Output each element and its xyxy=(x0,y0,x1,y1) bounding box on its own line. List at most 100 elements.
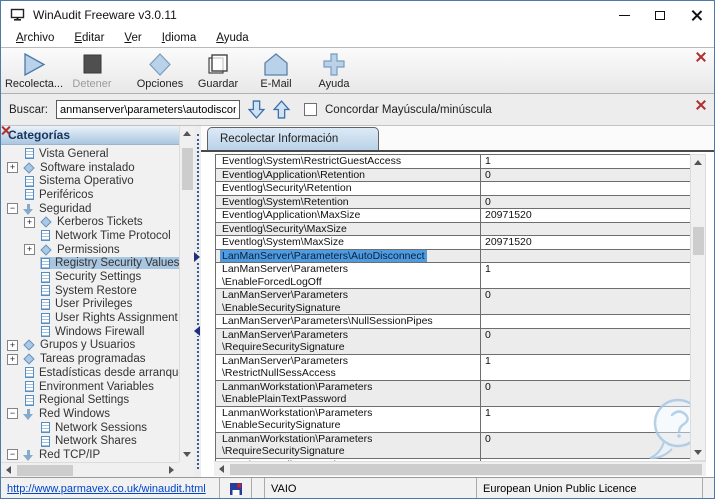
expander-icon[interactable]: + xyxy=(7,162,18,174)
registry-name-cell[interactable]: LanManServer\Parameters \RequireSecurity… xyxy=(215,327,481,355)
table-row[interactable]: Eventlog\System\RestrictGuestAccess 1 xyxy=(215,154,692,169)
table-row[interactable]: LanmanWorkstation\Parameters \EnableSecu… xyxy=(215,405,692,433)
tree-item[interactable]: Environment Variables xyxy=(1,380,179,394)
table-row[interactable]: Eventlog\System\MaxSize 20971520 xyxy=(215,235,692,250)
sidebar-vertical-scrollbar[interactable] xyxy=(179,126,194,462)
registry-value-cell[interactable] xyxy=(480,181,692,196)
find-next-down-icon[interactable] xyxy=(248,100,265,119)
recolectar-button[interactable]: Recolecta... xyxy=(5,51,63,90)
registry-name-cell[interactable]: LanManServer\Parameters \EnableForcedLog… xyxy=(215,262,481,289)
registry-name-cell[interactable]: LanManServer\Parameters\AutoDisconnect xyxy=(215,248,481,263)
registry-name-cell[interactable]: LanmanWorkstation\Parameters \EnablePlai… xyxy=(215,379,481,407)
menu-item[interactable]: Idioma xyxy=(152,32,207,44)
splitter-left-icon[interactable] xyxy=(194,326,200,336)
sidebar-vscroll-thumb[interactable] xyxy=(182,148,193,190)
registry-name-cell[interactable]: LanManServer\Parameters \RestrictNullSes… xyxy=(215,353,481,381)
registry-name-cell[interactable]: Eventlog\Security\Retention xyxy=(215,181,481,196)
registry-name-cell[interactable]: Eventlog\System\MaxSize xyxy=(215,235,481,250)
menu-item[interactable]: Archivo xyxy=(6,32,64,44)
table-row[interactable]: LanManServer\Parameters\NullSessionPipes xyxy=(215,314,692,329)
scroll-right-icon[interactable] xyxy=(169,466,174,474)
tree-item[interactable]: Vista General xyxy=(1,147,179,161)
table-row[interactable]: LanManServer\Parameters \EnableSecurityS… xyxy=(215,288,692,315)
scroll-left-icon[interactable] xyxy=(219,465,224,473)
table-row[interactable]: Eventlog\Application\MaxSize 20971520 xyxy=(215,208,692,223)
splitter-right-icon[interactable] xyxy=(194,252,200,262)
expander-icon[interactable]: + xyxy=(7,339,18,351)
expander-icon[interactable]: − xyxy=(7,203,18,215)
maximize-button[interactable] xyxy=(642,1,678,29)
tree-item[interactable]: User Privileges xyxy=(1,298,179,312)
tree-item[interactable]: − Red TCP/IP xyxy=(1,448,179,462)
registry-name-cell[interactable]: LanmanWorkstation\Parameters \EnableSecu… xyxy=(215,405,481,433)
registry-name-cell[interactable]: LanmanWorkstation\Parameters \RequireSec… xyxy=(215,431,481,459)
tree-item[interactable]: + Permissions xyxy=(1,243,179,257)
table-hscroll-thumb[interactable] xyxy=(230,464,702,475)
registry-value-cell[interactable] xyxy=(480,221,692,236)
tree-item[interactable]: Network Shares xyxy=(1,434,179,448)
registry-value-cell[interactable]: 0 xyxy=(480,288,692,315)
registry-value-cell[interactable]: 0 xyxy=(480,167,692,182)
tree-item[interactable]: Periféricos xyxy=(1,188,179,202)
scroll-down-icon[interactable] xyxy=(694,450,702,455)
registry-value-cell[interactable]: 20971520 xyxy=(480,235,692,250)
tree-item[interactable]: − Seguridad xyxy=(1,202,179,216)
registry-value-cell[interactable]: 1 xyxy=(480,154,692,169)
table-row[interactable]: LanManServer\Parameters \RequireSecurity… xyxy=(215,327,692,355)
registry-value-cell[interactable]: 0 xyxy=(480,327,692,355)
registry-value-cell[interactable]: 20971520 xyxy=(480,208,692,223)
guardar-button[interactable]: Guardar xyxy=(189,51,247,90)
expander-icon[interactable]: + xyxy=(7,353,18,365)
table-row[interactable]: LanmanWorkstation\Parameters \RequireSec… xyxy=(215,431,692,459)
search-input[interactable] xyxy=(56,100,240,119)
expander-icon[interactable]: + xyxy=(24,216,35,228)
registry-value-cell[interactable] xyxy=(480,248,692,263)
winaudit-link[interactable]: http://www.parmavex.co.uk/winaudit.html xyxy=(7,483,206,495)
scroll-left-icon[interactable] xyxy=(6,466,11,474)
registry-value-cell[interactable]: 1 xyxy=(480,405,692,433)
registry-name-cell[interactable]: Eventlog\Security\MaxSize xyxy=(215,221,481,236)
tree-item[interactable]: Security Settings xyxy=(1,270,179,284)
table-row[interactable]: Eventlog\Security\Retention xyxy=(215,181,692,196)
table-row[interactable]: LanmanWorkstation\Parameters \EnablePlai… xyxy=(215,379,692,407)
scroll-up-icon[interactable] xyxy=(183,131,191,136)
registry-name-cell[interactable]: LanManServer\Parameters \EnableSecurityS… xyxy=(215,288,481,315)
registry-name-cell[interactable]: Eventlog\System\Retention xyxy=(215,194,481,209)
registry-name-cell[interactable]: Eventlog\Application\Retention xyxy=(215,167,481,182)
table-horizontal-scrollbar[interactable] xyxy=(214,461,706,476)
tree-item[interactable]: Regional Settings xyxy=(1,393,179,407)
tree-item[interactable]: + Grupos y Usuarios xyxy=(1,339,179,353)
expander-icon[interactable]: − xyxy=(7,449,18,461)
tree-item[interactable]: Windows Firewall xyxy=(1,325,179,339)
menu-item[interactable]: Ver xyxy=(114,32,151,44)
opciones-button[interactable]: Opciones xyxy=(131,51,189,90)
table-row[interactable]: Eventlog\Security\MaxSize xyxy=(215,221,692,236)
scroll-up-icon[interactable] xyxy=(694,160,702,165)
table-vertical-scrollbar[interactable] xyxy=(690,154,706,461)
match-case-checkbox[interactable] xyxy=(304,103,317,116)
tree-item[interactable]: Network Sessions xyxy=(1,421,179,435)
toolbar-close-icon[interactable] xyxy=(696,52,706,62)
minimize-button[interactable] xyxy=(606,1,642,29)
registry-name-cell[interactable]: LanManServer\Parameters\NullSessionPipes xyxy=(215,314,481,329)
sidebar-horizontal-scrollbar[interactable] xyxy=(1,462,179,477)
table-vscroll-thumb[interactable] xyxy=(693,227,704,255)
registry-value-cell[interactable] xyxy=(480,314,692,329)
registry-name-cell[interactable]: Eventlog\System\RestrictGuestAccess xyxy=(215,154,481,169)
registry-value-cell[interactable]: 0 xyxy=(480,379,692,407)
panel-splitter[interactable] xyxy=(194,126,201,477)
categories-close-icon[interactable] xyxy=(162,131,171,140)
tree-item[interactable]: + Software instalado xyxy=(1,161,179,175)
tree-item[interactable]: Estadísticas desde arranque xyxy=(1,366,179,380)
menu-item[interactable]: Ayuda xyxy=(206,32,258,44)
search-close-icon[interactable] xyxy=(696,100,706,110)
registry-value-cell[interactable]: 1 xyxy=(480,353,692,381)
tree-item[interactable]: + Tareas programadas xyxy=(1,352,179,366)
table-row[interactable]: LanManServer\Parameters \EnableForcedLog… xyxy=(215,262,692,289)
tree-item[interactable]: Network Time Protocol xyxy=(1,229,179,243)
table-row[interactable]: LanManServer\Parameters \RestrictNullSes… xyxy=(215,353,692,381)
tree-item[interactable]: − Red Windows xyxy=(1,407,179,421)
expander-icon[interactable]: + xyxy=(24,244,35,256)
table-row[interactable]: Eventlog\System\Retention 0 xyxy=(215,194,692,209)
scroll-down-icon[interactable] xyxy=(183,452,191,457)
